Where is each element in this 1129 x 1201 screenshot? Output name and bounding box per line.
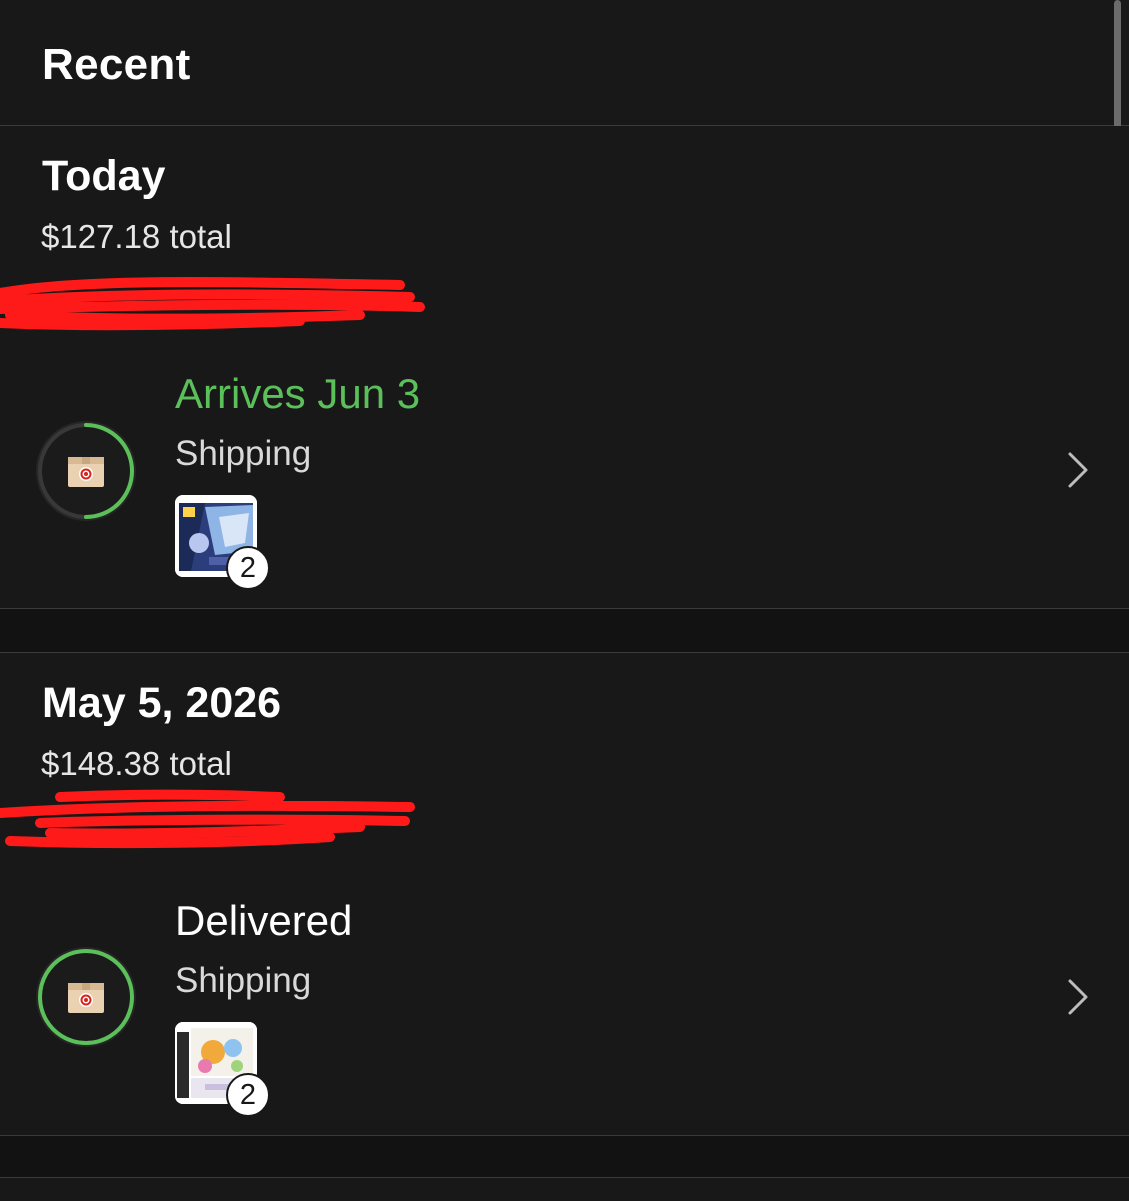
page-title: Recent: [42, 40, 191, 89]
chevron-right-icon[interactable]: [1062, 448, 1092, 492]
target-box-icon: [68, 983, 104, 1013]
next-order-group-edge: [0, 1177, 1129, 1201]
order-progress-ring: [36, 421, 136, 521]
target-box-icon: [68, 457, 104, 487]
order-date-heading: Today: [42, 152, 166, 200]
redaction-scribble: [0, 277, 425, 331]
chevron-right-icon[interactable]: [1062, 975, 1092, 1019]
order-date-heading: May 5, 2026: [42, 679, 282, 727]
order-group-today: Today $127.18 total Arrives Jun 3 Shippi…: [0, 126, 1129, 609]
fulfillment-method: Shipping: [175, 434, 312, 473]
item-count-badge: 2: [226, 546, 270, 590]
order-progress-ring: [36, 947, 136, 1047]
order-status: Arrives Jun 3: [175, 370, 421, 417]
item-count-badge: 2: [226, 1073, 270, 1117]
order-group-may-5: May 5, 2026 $148.38 total Delivered Ship…: [0, 652, 1129, 1136]
fulfillment-method: Shipping: [175, 961, 312, 1000]
order-total: $148.38 total: [41, 745, 232, 782]
redaction-scribble: [0, 789, 415, 849]
order-status: Delivered: [175, 897, 353, 944]
order-total: $127.18 total: [41, 218, 232, 255]
page-header: Recent: [0, 0, 1129, 126]
